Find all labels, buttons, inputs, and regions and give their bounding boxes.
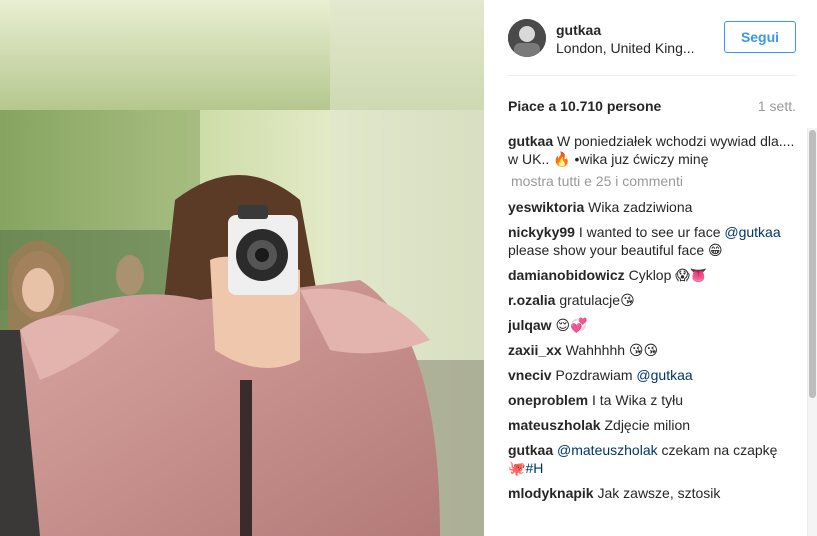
comment: mateuszholak Zdjęcie milion: [508, 416, 798, 434]
comment-text: 😌💞: [555, 317, 588, 333]
comment: zaxii_xx Wahhhhh 😘😘: [508, 341, 798, 359]
caption-username[interactable]: gutkaa: [508, 133, 553, 149]
comment: damianobidowicz Cyklop 😱👅: [508, 266, 798, 284]
author-username[interactable]: gutkaa: [556, 22, 601, 38]
comment-hashtag[interactable]: #H: [525, 460, 543, 476]
comment-username[interactable]: gutkaa: [508, 442, 553, 458]
comment: oneproblem I ta Wika z tyłu: [508, 391, 798, 409]
avatar-image: [508, 19, 546, 57]
comment: gutkaa @mateuszholak czekam na czapkę 🐙#…: [508, 441, 798, 477]
comment-username[interactable]: mlodyknapik: [508, 485, 594, 501]
comment-text: gratulacje😘: [559, 292, 635, 308]
comment-username[interactable]: mateuszholak: [508, 417, 601, 433]
comment-text: Jak zawsze, sztosik: [597, 485, 721, 501]
comment-username[interactable]: zaxii_xx: [508, 342, 562, 358]
caption: gutkaa W poniedziałek wchodzi wywiad dla…: [508, 132, 798, 168]
comment-text: Zdjęcie milion: [604, 417, 691, 433]
comment-username[interactable]: julqaw: [508, 317, 552, 333]
post-meta: Piace a 10.710 persone 1 sett.: [508, 96, 796, 118]
post-sidebar: gutkaa London, United King... Segui Piac…: [484, 0, 817, 536]
comment: julqaw 😌💞: [508, 316, 798, 334]
post-photo[interactable]: [0, 0, 484, 536]
comment-text-continued: please show your beautiful face 😁: [508, 242, 723, 258]
show-all-comments-link[interactable]: mostra tutti e 25 i commenti: [511, 173, 798, 189]
comment-mention[interactable]: @mateuszholak: [557, 442, 658, 458]
mirror-selfie-image: [0, 0, 484, 536]
comment: mlodyknapik Jak zawsze, sztosik: [508, 484, 798, 502]
comment-text: Wahhhhh 😘😘: [565, 342, 659, 358]
comment-username[interactable]: yeswiktoria: [508, 199, 584, 215]
comment-username[interactable]: nickyky99: [508, 224, 575, 240]
comments-scrollbar[interactable]: [807, 128, 817, 536]
likes-count[interactable]: Piace a 10.710 persone: [508, 98, 661, 114]
post-location[interactable]: London, United King...: [556, 40, 695, 56]
post-header: gutkaa London, United King... Segui: [506, 0, 796, 76]
comments-list: gutkaa W poniedziałek wchodzi wywiad dla…: [508, 132, 798, 536]
comment: r.ozalia gratulacje😘: [508, 291, 798, 309]
comment-text: Wika zadziwiona: [588, 199, 693, 215]
comment: vneciv Pozdrawiam @gutkaa: [508, 366, 798, 384]
avatar[interactable]: [508, 19, 546, 57]
comment: nickyky99 I wanted to see ur face @gutka…: [508, 223, 798, 259]
comment-text: I ta Wika z tyłu: [592, 392, 684, 408]
comment-text: Pozdrawiam: [555, 367, 633, 383]
comment-username[interactable]: oneproblem: [508, 392, 588, 408]
comment-username[interactable]: vneciv: [508, 367, 552, 383]
post-age[interactable]: 1 sett.: [758, 98, 796, 114]
follow-button[interactable]: Segui: [724, 21, 796, 53]
comment-text: Cyklop 😱👅: [628, 267, 708, 283]
comment-mention[interactable]: @gutkaa: [724, 224, 780, 240]
comment-username[interactable]: r.ozalia: [508, 292, 555, 308]
comment-username[interactable]: damianobidowicz: [508, 267, 625, 283]
comment: yeswiktoria Wika zadziwiona: [508, 198, 798, 216]
scrollbar-thumb[interactable]: [809, 130, 816, 398]
comment-text: I wanted to see ur face: [578, 224, 721, 240]
comment-mention[interactable]: @gutkaa: [636, 367, 692, 383]
